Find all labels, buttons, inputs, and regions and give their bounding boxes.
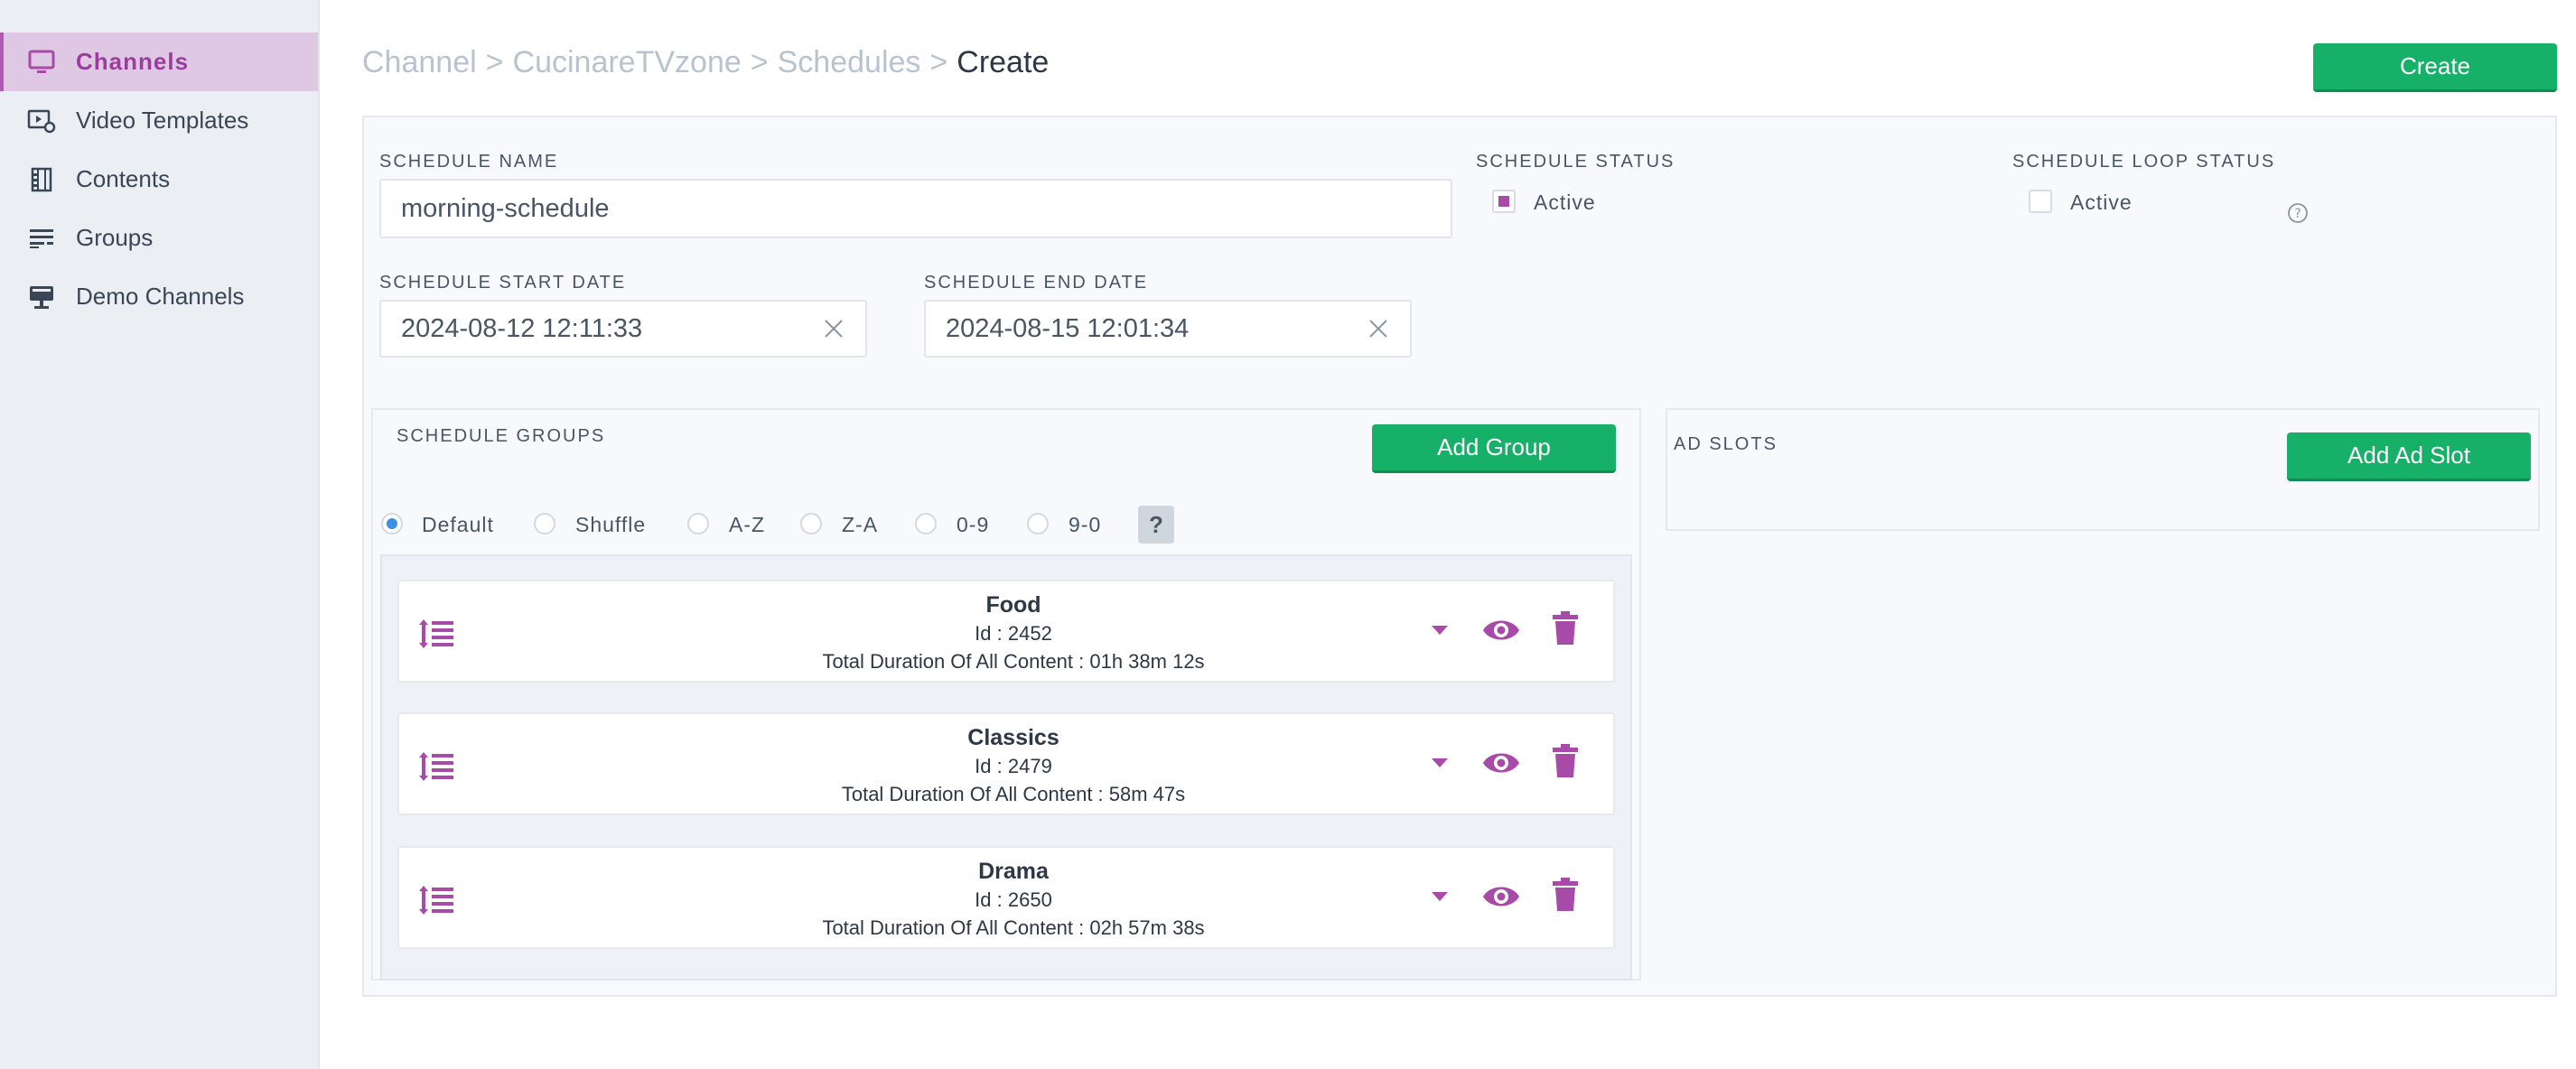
help-circle-icon[interactable]: ? (2287, 202, 2309, 224)
sidebar-item-contents[interactable]: Contents (0, 150, 318, 209)
delete-trash-icon[interactable] (1552, 877, 1579, 913)
group-name: Food (985, 592, 1041, 618)
sort-label-0-9: 0-9 (957, 513, 990, 536)
loop-status-label: SCHEDULE LOOP STATUS (2012, 152, 2276, 172)
sidebar-item-label: Contents (76, 165, 171, 192)
sidebar-item-video-templates[interactable]: Video Templates (0, 91, 318, 150)
sidebar-item-label: Demo Channels (76, 283, 245, 310)
add-group-button[interactable]: Add Group (1372, 424, 1616, 473)
group-duration: Total Duration Of All Content : 01h 38m … (822, 650, 1205, 673)
schedule-status-label: SCHEDULE STATUS (1476, 152, 1675, 172)
view-eye-icon[interactable] (1481, 614, 1521, 646)
film-icon (25, 163, 58, 196)
drag-handle-icon[interactable] (417, 616, 457, 652)
add-ad-slot-button[interactable]: Add Ad Slot (2287, 432, 2531, 481)
clear-icon[interactable] (1367, 317, 1390, 340)
view-eye-icon[interactable] (1481, 747, 1521, 779)
schedule-status-option: Active (1534, 191, 1596, 214)
end-date-input[interactable]: 2024-08-15 12:01:34 (924, 300, 1412, 358)
drag-handle-icon[interactable] (417, 748, 457, 785)
list-icon (25, 222, 58, 255)
sort-radio-9-0[interactable] (1027, 513, 1049, 534)
clear-icon[interactable] (822, 317, 845, 340)
loop-status-checkbox[interactable] (2029, 190, 2052, 213)
sort-label-z-a: Z-A (842, 513, 879, 536)
sort-label-a-z: A-Z (729, 513, 766, 536)
group-id: Id : 2479 (975, 755, 1052, 777)
video-settings-icon (25, 105, 58, 137)
sort-radio-0-9[interactable] (915, 513, 937, 534)
group-id: Id : 2650 (975, 888, 1052, 911)
start-date-label: SCHEDULE START DATE (379, 273, 627, 293)
group-card: Drama Id : 2650 Total Duration Of All Co… (397, 846, 1615, 949)
sidebar: Channels Video Templates Contents Groups… (0, 0, 320, 1069)
group-card: Classics Id : 2479 Total Duration Of All… (397, 712, 1615, 815)
sort-radio-a-z[interactable] (687, 513, 709, 534)
drag-handle-icon[interactable] (417, 882, 457, 918)
sort-radio-default[interactable] (381, 513, 403, 534)
checkbox-checked-mark (1498, 196, 1509, 207)
sidebar-item-demo-channels[interactable]: Demo Channels (0, 267, 318, 326)
delete-trash-icon[interactable] (1552, 743, 1579, 779)
start-date-input[interactable]: 2024-08-12 12:11:33 (379, 300, 867, 358)
sidebar-item-label: Video Templates (76, 107, 249, 134)
sort-label-shuffle: Shuffle (575, 513, 647, 536)
schedule-status-checkbox[interactable] (1492, 190, 1516, 213)
end-date-value: 2024-08-15 12:01:34 (946, 313, 1190, 343)
sidebar-item-label: Groups (76, 224, 154, 251)
end-date-label: SCHEDULE END DATE (924, 273, 1149, 293)
breadcrumb-separator: > (485, 45, 504, 79)
sidebar-item-groups[interactable]: Groups (0, 209, 318, 267)
group-duration: Total Duration Of All Content : 02h 57m … (822, 916, 1205, 939)
schedule-name-value: morning-schedule (401, 193, 610, 223)
display-stand-icon (25, 281, 58, 313)
delete-trash-icon[interactable] (1552, 610, 1579, 646)
sort-label-default: Default (422, 513, 494, 536)
sort-label-9-0: 9-0 (1069, 513, 1102, 536)
monitor-icon (25, 46, 58, 79)
breadcrumb-channel[interactable]: Channel (362, 45, 477, 80)
view-eye-icon[interactable] (1481, 880, 1521, 913)
breadcrumb-schedules[interactable]: Schedules (778, 45, 921, 80)
sidebar-item-label: Channels (76, 48, 190, 75)
schedule-groups-title: SCHEDULE GROUPS (397, 426, 606, 446)
expand-caret-icon[interactable] (1429, 889, 1451, 904)
breadcrumb: Channel > CucinareTVzone > Schedules > C… (362, 45, 1049, 80)
sort-radio-shuffle[interactable] (534, 513, 555, 534)
ad-slots-title: AD SLOTS (1674, 434, 1778, 454)
schedule-name-label: SCHEDULE NAME (379, 152, 559, 172)
expand-caret-icon[interactable] (1429, 623, 1451, 637)
loop-status-option: Active (2070, 191, 2133, 214)
breadcrumb-channel-name[interactable]: CucinareTVzone (513, 45, 742, 80)
expand-caret-icon[interactable] (1429, 756, 1451, 770)
create-button[interactable]: Create (2313, 43, 2557, 92)
radio-selected-dot (387, 518, 397, 529)
sort-radio-z-a[interactable] (800, 513, 822, 534)
group-duration: Total Duration Of All Content : 58m 47s (841, 783, 1186, 805)
breadcrumb-separator: > (929, 45, 948, 79)
sidebar-item-channels[interactable]: Channels (0, 33, 318, 91)
start-date-value: 2024-08-12 12:11:33 (401, 313, 643, 343)
group-name: Classics (967, 725, 1059, 750)
group-name: Drama (978, 859, 1049, 884)
breadcrumb-separator: > (750, 45, 769, 79)
page-title: Create (957, 45, 1050, 79)
sort-help-button[interactable]: ? (1138, 506, 1174, 544)
schedule-name-input[interactable]: morning-schedule (379, 179, 1452, 238)
group-id: Id : 2452 (975, 622, 1052, 645)
group-card: Food Id : 2452 Total Duration Of All Con… (397, 580, 1615, 683)
svg-text:?: ? (2294, 207, 2301, 221)
